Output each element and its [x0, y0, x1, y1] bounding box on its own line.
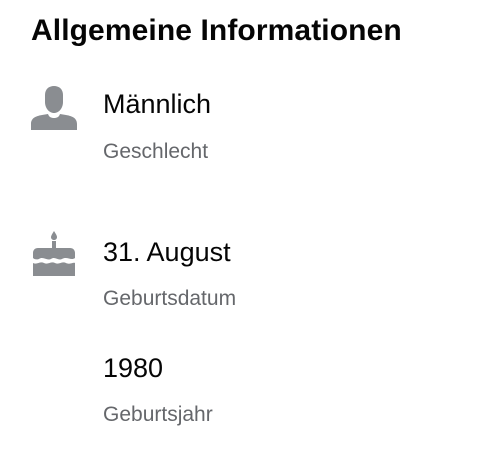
birthday-value: 31. August: [103, 237, 231, 267]
birthday-label: Geburtsdatum: [103, 287, 237, 310]
birth-year-value: 1980: [103, 353, 164, 383]
birthday-cake-icon: [30, 230, 78, 278]
gender-label: Geschlecht: [103, 140, 209, 163]
section-title: Allgemeine Informationen: [31, 14, 402, 47]
gender-value: Männlich: [103, 89, 212, 119]
birth-year-label: Geburtsjahr: [103, 403, 213, 426]
person-icon: [30, 85, 78, 133]
